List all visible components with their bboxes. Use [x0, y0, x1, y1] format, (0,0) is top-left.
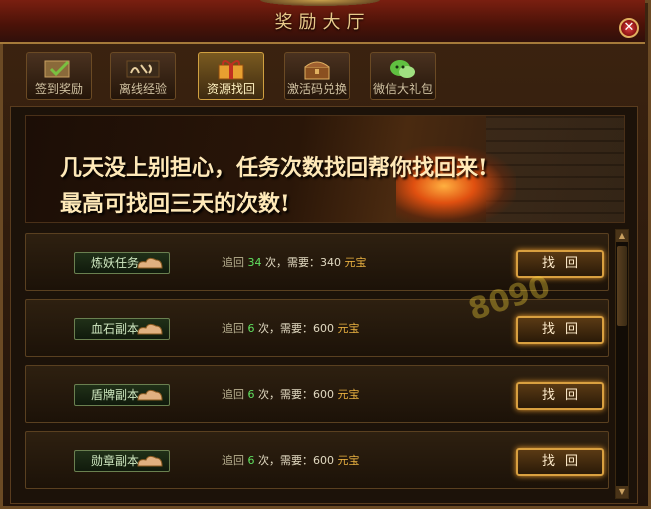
- wechat-icon: [390, 60, 415, 78]
- tab-resource-recovery[interactable]: 资源找回: [198, 52, 264, 100]
- cloud-ornament-icon: [137, 389, 163, 401]
- tab-activation-code[interactable]: 激活码兑换: [284, 52, 350, 100]
- tab-label: 微信大礼包: [372, 82, 433, 96]
- recovery-count: 34: [247, 256, 262, 269]
- recovery-count: 6: [247, 322, 255, 335]
- window-title: 奖励大厅: [274, 12, 371, 33]
- close-icon[interactable]: ✕: [619, 18, 639, 38]
- title-ornament: [260, 0, 380, 6]
- tab-label: 离线经验: [118, 82, 167, 96]
- unit-text: 次，需要：: [258, 388, 313, 401]
- prefix-text: 追回: [222, 388, 244, 401]
- currency-label: 元宝: [337, 322, 360, 335]
- recovery-count: 6: [247, 388, 255, 401]
- unit-text: 次，需要：: [258, 322, 313, 335]
- cost-value: 600: [313, 454, 334, 467]
- recovery-row: 勋章副本 追回 6 次，需要：600 元宝 找回: [25, 431, 609, 489]
- scroll-check-icon: [44, 60, 70, 78]
- recover-button[interactable]: 找回: [516, 448, 604, 476]
- prefix-text: 追回: [222, 256, 244, 269]
- tab-signin-reward[interactable]: 签到奖励: [26, 52, 92, 100]
- scroll-up-icon[interactable]: ▲: [616, 230, 628, 242]
- tab-label: 签到奖励: [34, 82, 83, 96]
- tab-label: 激活码兑换: [286, 82, 347, 96]
- banner-line-2: 最高可找回三天的次数!: [60, 191, 290, 217]
- title-bar[interactable]: 奖励大厅 ✕: [0, 0, 645, 44]
- cloud-ornament-icon: [137, 455, 163, 467]
- tab-wechat-gift[interactable]: 微信大礼包: [370, 52, 436, 100]
- prefix-text: 追回: [222, 322, 244, 335]
- gift-box-icon: [218, 60, 244, 80]
- recovery-description: 追回 6 次，需要：600 元宝: [222, 452, 360, 468]
- calligraphy-icon: [126, 60, 160, 78]
- recovery-row: 盾牌副本 追回 6 次，需要：600 元宝 找回: [25, 365, 609, 423]
- cost-value: 600: [313, 322, 334, 335]
- prefix-text: 追回: [222, 454, 244, 467]
- recovery-count: 6: [247, 454, 255, 467]
- recovery-description: 追回 6 次，需要：600 元宝: [222, 320, 360, 336]
- currency-label: 元宝: [337, 388, 360, 401]
- cost-value: 600: [313, 388, 334, 401]
- cost-value: 340: [320, 256, 341, 269]
- treasure-chest-icon: [304, 61, 330, 80]
- tab-offline-exp[interactable]: 离线经验: [110, 52, 176, 100]
- currency-label: 元宝: [344, 256, 367, 269]
- unit-text: 次，需要：: [258, 454, 313, 467]
- recovery-description: 追回 6 次，需要：600 元宝: [222, 386, 360, 402]
- recovery-banner: 几天没上别担心，任务次数找回帮你找回来! 最高可找回三天的次数!: [25, 115, 625, 223]
- banner-line-1: 几天没上别担心，任务次数找回帮你找回来!: [60, 155, 488, 181]
- recover-button[interactable]: 找回: [516, 382, 604, 410]
- scrollbar[interactable]: ▲ ▼: [615, 229, 629, 499]
- tab-label: 资源找回: [206, 82, 255, 96]
- cloud-ornament-icon: [137, 323, 163, 335]
- currency-label: 元宝: [337, 454, 360, 467]
- unit-text: 次，需要：: [265, 256, 320, 269]
- recovery-description: 追回 34 次，需要：340 元宝: [222, 254, 367, 270]
- scroll-down-icon[interactable]: ▼: [616, 486, 628, 498]
- cloud-ornament-icon: [137, 257, 163, 269]
